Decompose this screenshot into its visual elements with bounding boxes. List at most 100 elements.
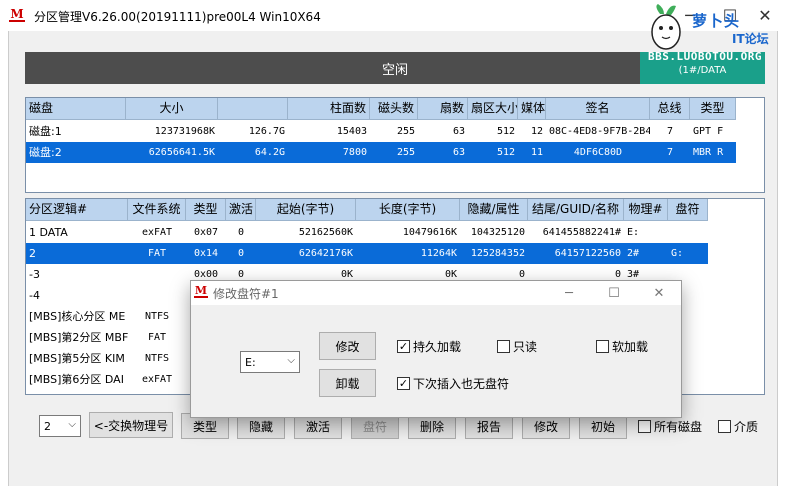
disk-column-header[interactable]: 磁盘 [26, 98, 126, 120]
partition-table-cell: 104325120 [470, 227, 525, 238]
readonly-checkbox[interactable]: 只读 [497, 338, 537, 355]
partition-table-cell: FAT [147, 248, 167, 259]
close-button[interactable]: ✕ [745, 0, 785, 31]
partition-table-cell: 2 [29, 247, 36, 260]
all-disks-checkbox[interactable]: 所有磁盘 [638, 418, 702, 435]
disk-table-cell: 11 [530, 147, 543, 158]
dialog-minimize-button[interactable]: ─ [549, 281, 589, 305]
partition-table-cell: E: [627, 227, 640, 238]
no-letter-next-label: 下次插入也无盘符 [413, 377, 510, 391]
disk-number-select[interactable]: 2 ⌵ [39, 415, 81, 437]
disk-column-header[interactable]: 磁头数 [370, 98, 418, 120]
disk-table-cell: 255 [396, 126, 415, 137]
app-logo-icon: M [194, 284, 208, 298]
partition-table-cell: 52162560K [298, 227, 353, 238]
disk-table-cell: 7 [666, 147, 674, 158]
disk-column-header[interactable] [218, 98, 288, 120]
disk-column-header[interactable]: 扇区大小 [468, 98, 518, 120]
partition-table-cell: [MBS]第6分区 DAI [29, 373, 124, 386]
partition-table-cell: 125284352 [470, 248, 525, 259]
disk-column-header[interactable]: 扇数 [418, 98, 468, 120]
disk-column-header[interactable]: 类型 [690, 98, 736, 120]
partition-table-cell: FAT [147, 332, 167, 343]
partition-table-cell: 1 DATA [29, 226, 68, 239]
dialog-close-button[interactable]: ✕ [639, 281, 679, 305]
partition-table-cell: NTFS [144, 353, 170, 364]
chevron-down-icon: ⌵ [287, 355, 295, 366]
disk-column-header[interactable]: 总线 [650, 98, 690, 120]
checkbox-box [718, 420, 731, 433]
persistent-load-checkbox[interactable]: ✓ 持久加载 [397, 338, 461, 355]
checkbox-box [497, 340, 510, 353]
disk-table-cell: MBR R [693, 147, 724, 158]
disk-table-cell: 磁盘:2 [29, 146, 62, 159]
disk-table-cell: GPT F [693, 126, 724, 137]
partition-column-header[interactable]: 结尾/GUID/名称 [528, 199, 624, 221]
partition-column-header[interactable]: 隐藏/属性 [460, 199, 528, 221]
disk-column-header[interactable]: 大小 [126, 98, 218, 120]
dialog-maximize-button[interactable]: ☐ [594, 281, 634, 305]
partition-column-header[interactable]: 激活 [226, 199, 256, 221]
partition-table-cell: 641455882241# [542, 227, 621, 238]
disk-table-cell: 08C-4ED8-9F7B-2B4 [549, 126, 650, 137]
partition-table-cell: exFAT [141, 227, 173, 238]
check-icon: ✓ [397, 377, 410, 390]
disk-table-cell: 126.7G [248, 126, 285, 137]
drive-letter-value: E: [245, 355, 256, 369]
disk-table-cell: 512 [496, 147, 515, 158]
disk-column-header[interactable]: 媒体 [518, 98, 546, 120]
dialog-modify-button[interactable]: 修改 [319, 332, 376, 360]
partition-table-cell: 64157122560 [554, 248, 621, 259]
disk-table-cell: 4DF6C80D [573, 147, 623, 158]
partition-table-cell: 0x07 [193, 227, 219, 238]
partition-table-cell: 0x14 [193, 248, 219, 259]
partition-table-cell: 0 [237, 227, 245, 238]
partition-table-cell [128, 264, 186, 285]
partition-column-header[interactable]: 起始(字节) [256, 199, 356, 221]
disk-column-header[interactable]: 签名 [546, 98, 650, 120]
disk-table[interactable]: 磁盘 大小 柱面数 磁头数 扇数 扇区大小 媒体 签名 总线 类型 磁盘:1 123731968K 12… [25, 97, 765, 193]
window-title: 分区管理V6.26.00(20191111)pre00L4 Win10X64 [34, 10, 321, 24]
disk-table-cell: 磁盘:1 [29, 125, 62, 138]
drive-letter-select[interactable]: E: ⌵ [240, 351, 300, 373]
check-icon: ✓ [397, 340, 410, 353]
partition-table-cell: 2# [627, 248, 640, 259]
disk-table-cell: 7800 [342, 147, 367, 158]
partition-column-header[interactable]: 分区逻辑# [26, 199, 128, 221]
partition-table-cell: [MBS]第2分区 MBF [29, 331, 128, 344]
chevron-down-icon: ⌵ [68, 419, 76, 430]
watermark-name: 萝卜头 [692, 12, 741, 30]
partition-table-cell: -3 [29, 268, 40, 281]
partition-column-header[interactable]: 长度(字节) [356, 199, 460, 221]
disk-column-header[interactable]: 柱面数 [288, 98, 370, 120]
partition-table-cell: [MBS]核心分区 ME [29, 310, 126, 323]
dialog-title: 修改盘符#1 [213, 287, 279, 301]
disk-table-cell: 15403 [336, 126, 367, 137]
disk-table-cell: 7 [666, 126, 674, 137]
no-letter-next-checkbox[interactable]: ✓ 下次插入也无盘符 [397, 375, 509, 392]
all-disks-label: 所有磁盘 [654, 420, 703, 434]
partition-table-cell: 62642176K [298, 248, 353, 259]
disk-table-cell: 12 [530, 126, 543, 137]
disk-table-cell: 62656641.5K [148, 147, 215, 158]
partition-column-header[interactable]: 文件系统 [128, 199, 186, 221]
disk-table-cell: 512 [496, 126, 515, 137]
checkbox-box [638, 420, 651, 433]
partition-column-header[interactable]: 物理# [624, 199, 668, 221]
partition-table-cell: [MBS]第5分区 KIM [29, 352, 125, 365]
soft-load-checkbox[interactable]: 软加载 [596, 338, 648, 355]
disk-table-cell: 64.2G [254, 147, 285, 158]
partition-table-cell: 11264K [420, 248, 457, 259]
watermark-sub: IT论坛 [732, 32, 769, 46]
partition-table-cell [128, 285, 186, 306]
swap-physical-button[interactable]: <-交换物理号 [89, 412, 173, 438]
readonly-label: 只读 [513, 340, 538, 354]
partition-table-cell: -4 [29, 289, 40, 302]
dialog-unload-button[interactable]: 卸载 [319, 369, 376, 397]
persistent-load-label: 持久加载 [413, 340, 462, 354]
partition-column-header[interactable]: 盘符 [668, 199, 708, 221]
disk-number-value: 2 [44, 419, 51, 433]
disk-table-cell: 63 [452, 147, 465, 158]
partition-column-header[interactable]: 类型 [186, 199, 226, 221]
media-checkbox[interactable]: 介质 [718, 418, 758, 435]
